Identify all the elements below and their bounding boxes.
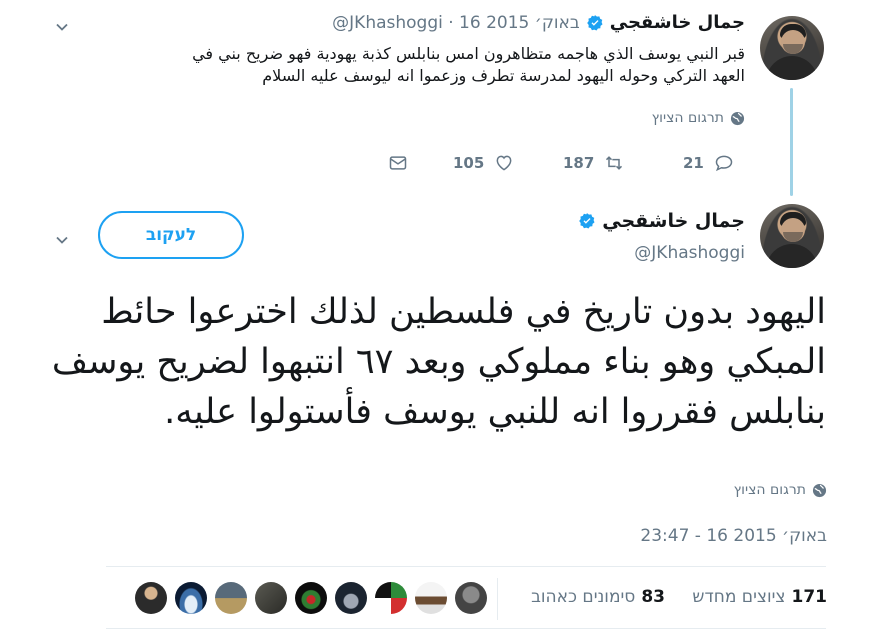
retweet-count: 187 [563, 154, 595, 172]
liker-avatar[interactable] [455, 582, 487, 614]
retweet-stat-count: 171 [791, 587, 828, 607]
retweet-stat[interactable]: 171 ציוצים מחדש [692, 587, 827, 607]
follow-button[interactable]: לעקוב [98, 211, 244, 259]
tweet-text-line: قبر النبي يوسف الذي هاجمه متظاهرون امس ب… [192, 44, 745, 63]
reply-icon [715, 155, 733, 172]
reply-count: 21 [683, 154, 704, 172]
retweet-button[interactable]: 187 [563, 153, 624, 173]
liker-avatar[interactable] [415, 582, 447, 614]
tweet-timestamp[interactable]: 23:47 - 16 באוק׳ 2015 [640, 526, 827, 546]
likes-stat-count: 83 [641, 587, 665, 607]
chevron-down-icon[interactable] [55, 233, 69, 247]
likes-stat-label: סימונים כאהוב [531, 587, 636, 607]
liker-avatar[interactable] [295, 582, 327, 614]
chevron-down-icon[interactable] [55, 20, 69, 34]
translate-tweet-link[interactable]: תרגום הציוץ [734, 482, 827, 498]
tweet-text-line: العهد التركي وحوله اليهود لمدرسة تطرف وز… [262, 66, 745, 85]
like-icon [496, 155, 512, 171]
translate-label: תרגום הציוץ [651, 110, 724, 126]
like-count: 105 [453, 154, 485, 172]
verified-badge-icon [579, 213, 595, 229]
liker-avatar[interactable] [375, 582, 407, 614]
liker-avatar[interactable] [335, 582, 367, 614]
liker-avatar[interactable] [255, 582, 287, 614]
dm-button[interactable] [388, 153, 408, 173]
divider [106, 566, 826, 567]
globe-icon [812, 483, 827, 497]
retweet-stat-label: ציוצים מחדש [692, 587, 786, 607]
author-avatar[interactable] [760, 204, 824, 268]
tweet-text: اليهود بدون تاريخ في فلسطين لذلك اخترعوا… [51, 292, 826, 432]
translate-tweet-link[interactable]: תרגום הציוץ [652, 110, 745, 126]
author-name[interactable]: جمال خاشقجي [610, 12, 745, 33]
likes-stat[interactable]: 83 סימונים כאהוב [531, 587, 665, 607]
like-button[interactable]: 105 [453, 153, 514, 173]
author-avatar[interactable] [760, 16, 824, 80]
divider [106, 628, 826, 629]
globe-icon [730, 111, 745, 125]
reply-button[interactable]: 21 [683, 153, 734, 173]
liker-avatar[interactable] [135, 582, 167, 614]
author-name[interactable]: جمال خاشقجي [602, 210, 745, 232]
liker-avatar[interactable] [215, 582, 247, 614]
liker-avatar[interactable] [175, 582, 207, 614]
retweet-icon [606, 156, 623, 170]
handle-and-date[interactable]: @JKhashoggi · 16 באוק׳ 2015 [332, 13, 580, 33]
dm-icon [389, 156, 407, 170]
author-handle[interactable]: @JKhashoggi [634, 243, 745, 263]
stats-vertical-divider [497, 578, 498, 620]
translate-label: תרגום הציוץ [733, 482, 806, 498]
thread-connector-line [790, 88, 793, 196]
verified-badge-icon [586, 14, 603, 30]
